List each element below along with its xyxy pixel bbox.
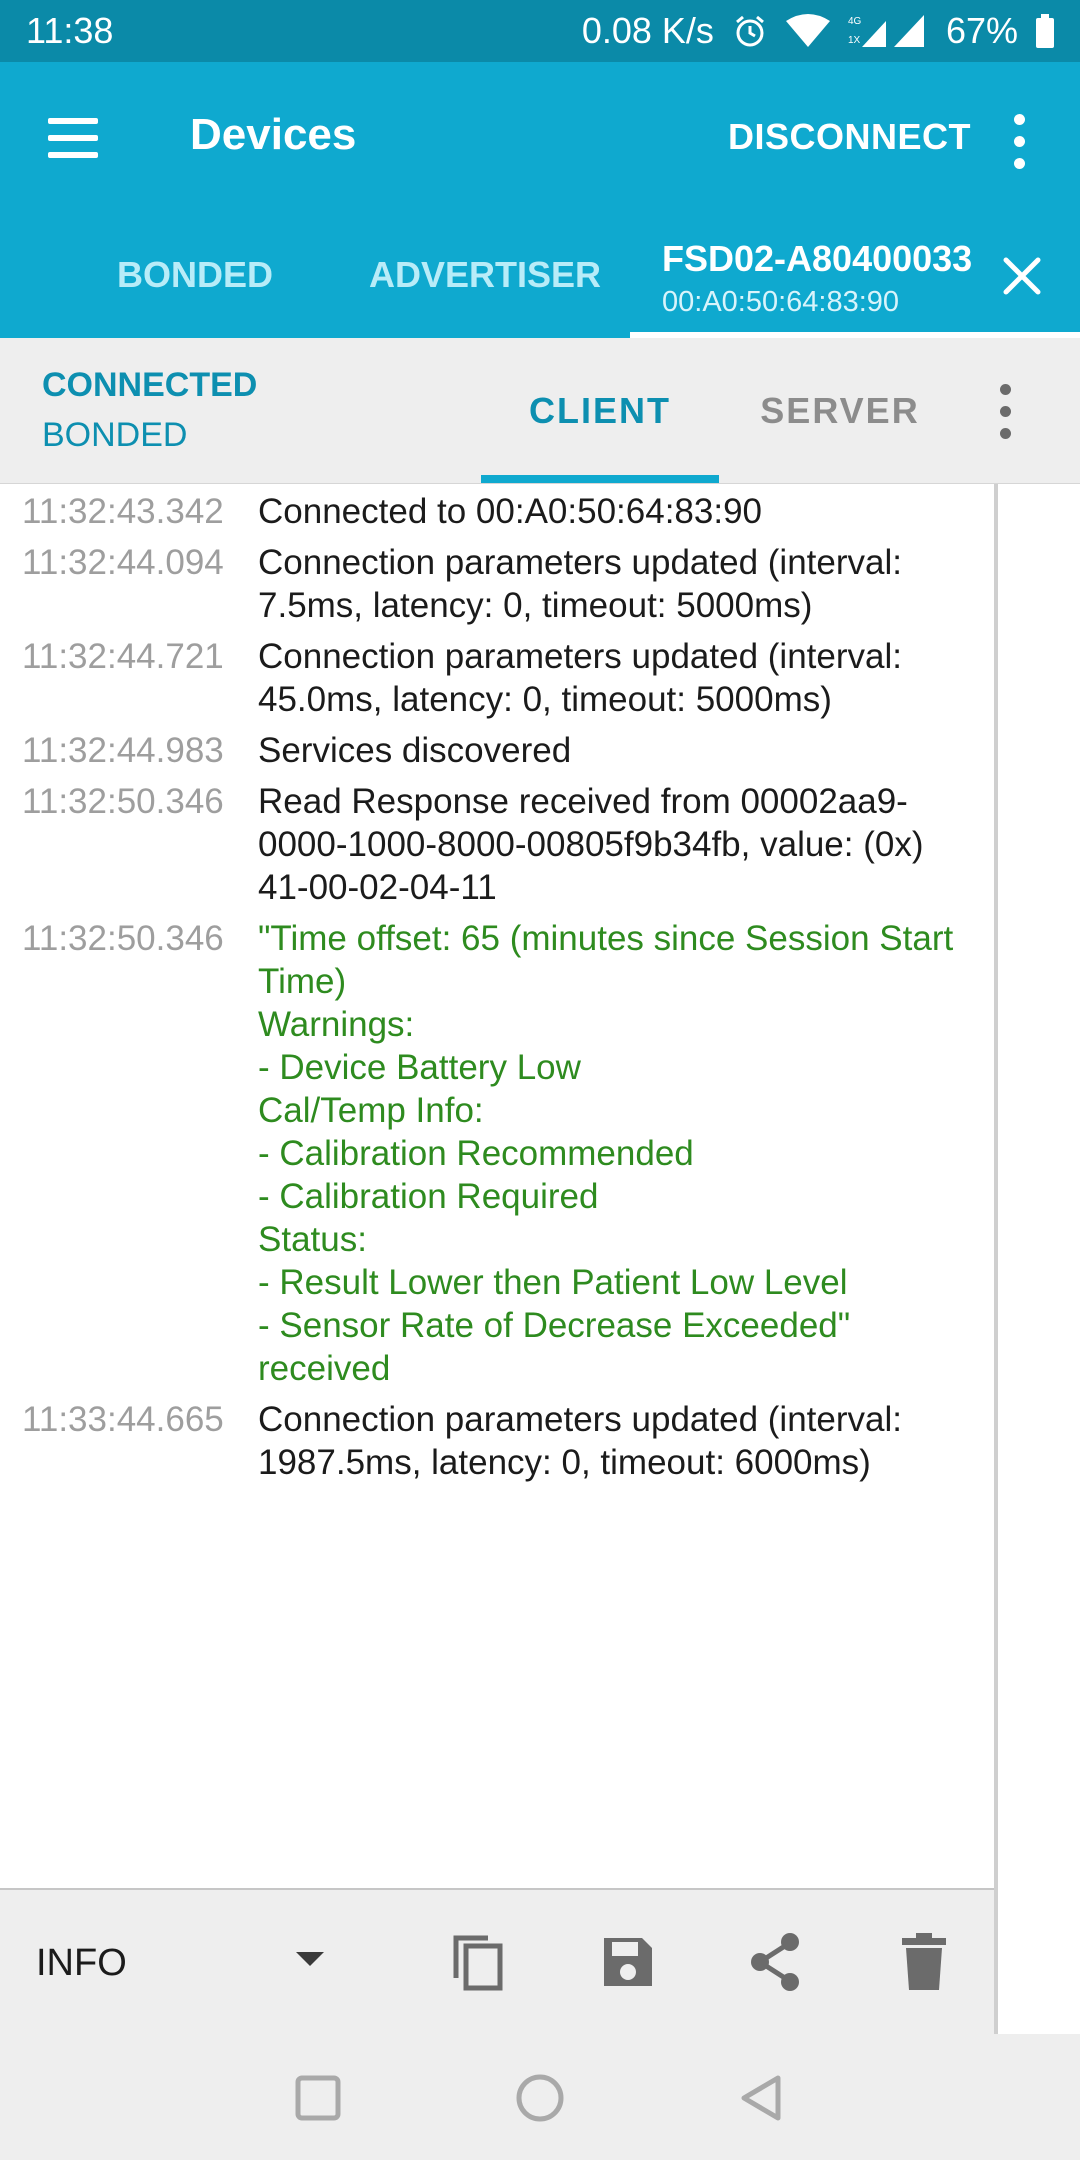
log-entry: 11:32:50.346 Read Response received from…: [0, 780, 994, 909]
log-message: Connected to 00:A0:50:64:83:90: [258, 492, 763, 531]
connection-state: CONNECTED: [42, 366, 258, 404]
log-time: 11:32:50.346: [22, 919, 224, 958]
log-message: Services discovered: [258, 731, 572, 770]
copy-icon[interactable]: [448, 1930, 512, 1994]
log-entry: 11:32:44.721 Connection parameters updat…: [0, 635, 994, 721]
log-time: 11:32:44.983: [22, 731, 224, 770]
log-entry: 11:32:44.094 Connection parameters updat…: [0, 541, 994, 627]
page-title: Devices: [190, 110, 357, 159]
log-entry: 11:32:44.983 Services discovered: [0, 729, 994, 772]
wifi-icon: [785, 13, 830, 49]
home-button[interactable]: [510, 2068, 570, 2128]
log-level-select[interactable]: INFO: [36, 1890, 127, 2036]
log-time: 11:33:44.665: [22, 1400, 224, 1439]
status-icons: 0.08 K/s 4G 1X 67%: [582, 10, 1054, 52]
disconnect-button[interactable]: DISCONNECT: [728, 116, 971, 158]
more-options-icon[interactable]: [1000, 110, 1040, 174]
tab-server[interactable]: SERVER: [730, 338, 950, 484]
log-entry: 11:32:43.342 Connected to 00:A0:50:64:83…: [0, 490, 994, 533]
client-tab-indicator: [481, 475, 719, 483]
tab-advertiser[interactable]: ADVERTISER: [360, 212, 610, 338]
signal-icon: 4G 1X: [848, 13, 928, 49]
log-message: "Time offset: 65 (minutes since Session …: [258, 919, 954, 1388]
app-root: 11:38 0.08 K/s 4G 1X 67% Devices DISCONN…: [0, 0, 1080, 2160]
log-list[interactable]: 11:32:43.342 Connected to 00:A0:50:64:83…: [0, 484, 994, 1888]
log-time: 11:32:44.094: [22, 543, 224, 582]
alarm-icon: [732, 13, 768, 49]
log-message: Read Response received from 00002aa9-000…: [258, 782, 924, 907]
recents-button[interactable]: [288, 2068, 348, 2128]
log-message: Connection parameters updated (interval:…: [258, 637, 902, 719]
app-bar: Devices DISCONNECT BONDED ADVERTISER FSD…: [0, 62, 1080, 338]
tab-bonded[interactable]: BONDED: [80, 212, 310, 338]
more-options-icon[interactable]: [990, 380, 1022, 444]
tab-client[interactable]: CLIENT: [481, 338, 719, 484]
battery-icon: [1036, 14, 1054, 48]
close-icon[interactable]: [994, 248, 1050, 304]
side-panel: [994, 484, 1080, 2034]
log-message: Connection parameters updated (interval:…: [258, 543, 902, 625]
device-tabs: BONDED ADVERTISER FSD02-A80400033 00:A0:…: [0, 212, 1080, 338]
network-type-top: 4G: [848, 16, 862, 27]
net-speed: 0.08 K/s: [581, 10, 714, 51]
chevron-down-icon[interactable]: [296, 1952, 324, 1973]
log-level-value: INFO: [36, 1941, 127, 1984]
bond-state: BONDED: [42, 416, 188, 454]
tab-device[interactable]: FSD02-A80400033 00:A0:50:64:83:90: [630, 212, 1080, 338]
status-bar: 11:38 0.08 K/s 4G 1X 67%: [0, 0, 1080, 62]
back-button[interactable]: [732, 2068, 792, 2128]
log-time: 11:32:43.342: [22, 492, 224, 531]
log-entry: 11:33:44.665 Connection parameters updat…: [0, 1398, 994, 1484]
device-name: FSD02-A80400033: [662, 238, 973, 279]
share-icon[interactable]: [744, 1930, 808, 1994]
menu-icon[interactable]: [40, 110, 106, 166]
log-time: 11:32:44.721: [22, 637, 224, 676]
delete-icon[interactable]: [892, 1930, 956, 1994]
system-nav-bar: [0, 2034, 1080, 2160]
device-address: 00:A0:50:64:83:90: [662, 286, 900, 318]
status-time: 11:38: [26, 10, 114, 51]
log-time: 11:32:50.346: [22, 782, 224, 821]
log-message: Connection parameters updated (interval:…: [258, 1400, 902, 1482]
log-toolbar: INFO: [0, 1888, 994, 2034]
log-entry: 11:32:50.346 "Time offset: 65 (minutes s…: [0, 917, 994, 1390]
network-type-bottom: 1X: [848, 35, 861, 46]
device-bar: CONNECTED BONDED CLIENT SERVER: [0, 338, 1080, 484]
battery-percent: 67%: [945, 10, 1018, 51]
save-icon[interactable]: [596, 1930, 660, 1994]
toolbar: Devices DISCONNECT: [0, 62, 1080, 212]
